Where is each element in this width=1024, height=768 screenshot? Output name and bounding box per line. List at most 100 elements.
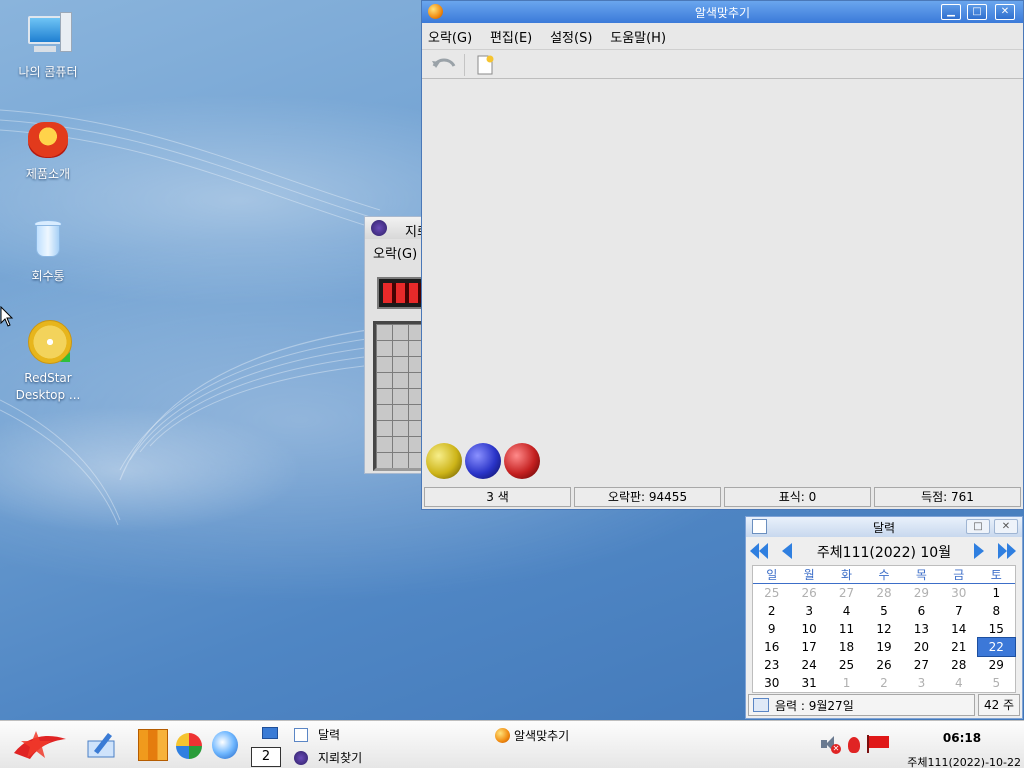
ball-blue[interactable] <box>465 443 501 479</box>
calendar-maximize-button[interactable]: □ <box>966 519 990 534</box>
computer-icon <box>24 12 72 60</box>
minimize-button[interactable]: ▁ <box>941 4 961 20</box>
calendar-day[interactable]: 5 <box>978 674 1015 692</box>
minesweeper-task-icon <box>294 750 308 765</box>
calendar-day[interactable]: 26 <box>790 584 827 602</box>
menu-game[interactable]: 오락(G) <box>428 31 472 46</box>
calendar-day[interactable]: 9 <box>753 620 790 638</box>
calendar-day[interactable]: 15 <box>978 620 1015 638</box>
product-intro-icon <box>24 114 72 162</box>
calendar-day[interactable]: 25 <box>828 656 865 674</box>
calendar-day[interactable]: 28 <box>865 584 902 602</box>
calendar-day[interactable]: 16 <box>753 638 790 656</box>
calendar-day[interactable]: 26 <box>865 656 902 674</box>
clock-time[interactable]: 06:18 <box>920 731 1004 745</box>
task-minesweeper-label: 지뢰찾기 <box>318 751 363 765</box>
calendar-day[interactable]: 7 <box>940 602 977 620</box>
calendar-day[interactable]: 8 <box>978 602 1015 620</box>
network-flame-icon[interactable] <box>848 737 860 753</box>
calendar-day[interactable]: 22 <box>976 636 1017 657</box>
menu-edit[interactable]: 편집(E) <box>490 31 532 46</box>
calendar-day[interactable]: 23 <box>753 656 790 674</box>
calendar-day[interactable]: 17 <box>790 638 827 656</box>
title-bar[interactable]: 알색맞추기 ▁ □ ✕ <box>422 1 1023 23</box>
calendar-day[interactable]: 28 <box>940 656 977 674</box>
task-calendar[interactable]: 달력 <box>294 726 340 743</box>
maximize-button[interactable]: □ <box>967 4 987 20</box>
calendar-task-icon <box>294 727 308 742</box>
calendar-day[interactable]: 14 <box>940 620 977 638</box>
desktop-icon-computer[interactable]: 나의 콤퓨터 <box>0 12 96 81</box>
calendar-day[interactable]: 21 <box>940 638 977 656</box>
weekday-sat: 토 <box>977 566 1015 584</box>
task-minesweeper[interactable]: 지뢰찾기 <box>294 749 362 766</box>
ball-red[interactable] <box>504 443 540 479</box>
weekday-tue: 화 <box>827 566 866 584</box>
week-number: 42 주 <box>978 694 1020 716</box>
task-color-match-label: 알색맞추기 <box>514 729 570 743</box>
task-color-match[interactable]: 알색맞추기 <box>495 727 569 744</box>
new-game-icon[interactable] <box>474 54 496 76</box>
workspace-number[interactable]: 2 <box>251 747 281 767</box>
calendar-day[interactable]: 4 <box>828 602 865 620</box>
calendar-day[interactable]: 31 <box>790 674 827 692</box>
office-suite-icon[interactable] <box>138 729 168 761</box>
calendar-close-button[interactable]: ✕ <box>994 519 1018 534</box>
calendar-day[interactable]: 29 <box>978 656 1015 674</box>
status-colors: 3 색 <box>424 487 571 507</box>
calendar-day[interactable]: 20 <box>903 638 940 656</box>
ball-yellow[interactable] <box>426 443 462 479</box>
desktop-icon-label: 나의 콤퓨터 <box>18 65 78 79</box>
desktop-icon-trash[interactable]: 회수통 <box>0 216 96 285</box>
undo-icon[interactable] <box>430 55 458 75</box>
calendar-day[interactable]: 3 <box>790 602 827 620</box>
clock-date[interactable]: 주체111(2022)-10-22 <box>899 754 1021 768</box>
next-year-icon[interactable] <box>996 541 1018 561</box>
calendar-day[interactable]: 24 <box>790 656 827 674</box>
calendar-footer: 음력 : 9월27일 42 주 <box>748 694 1020 716</box>
color-match-window[interactable]: 알색맞추기 ▁ □ ✕ 오락(G) 편집(E) 설정(S) 도움말(H) 3 색… <box>421 0 1024 510</box>
calendar-day[interactable]: 1 <box>978 584 1015 602</box>
calendar-day[interactable]: 5 <box>865 602 902 620</box>
menu-settings[interactable]: 설정(S) <box>550 31 592 46</box>
calendar-day[interactable]: 4 <box>940 674 977 692</box>
calendar-day[interactable]: 27 <box>903 656 940 674</box>
calendar-day[interactable]: 3 <box>903 674 940 692</box>
calendar-week-row: 16 17 18 19 20 21 22 <box>753 636 1017 657</box>
calendar-day[interactable]: 30 <box>940 584 977 602</box>
media-player-icon[interactable] <box>212 731 238 759</box>
calendar-day[interactable]: 13 <box>903 620 940 638</box>
lunar-calendar-icon <box>753 698 769 712</box>
calendar-day[interactable]: 6 <box>903 602 940 620</box>
volume-muted-icon[interactable]: ✕ <box>821 735 841 754</box>
menu-help[interactable]: 도움말(H) <box>610 31 666 46</box>
workspace-switcher-icon[interactable] <box>262 727 278 739</box>
toolbar <box>422 49 1023 79</box>
text-editor-icon[interactable] <box>84 729 118 761</box>
calendar-day[interactable]: 25 <box>753 584 790 602</box>
calendar-day[interactable]: 12 <box>865 620 902 638</box>
desktop-icon-product-intro[interactable]: 제품소개 <box>0 114 96 183</box>
calendar-day[interactable]: 2 <box>865 674 902 692</box>
close-button[interactable]: ✕ <box>995 4 1015 20</box>
next-month-icon[interactable] <box>968 541 990 561</box>
calendar-day[interactable]: 11 <box>828 620 865 638</box>
calendar-day[interactable]: 10 <box>790 620 827 638</box>
calendar-grid: 일 월 화 수 목 금 토 25 26 27 28 29 30 1 2 3 4 5 6 7 8 9 10 11 1… <box>752 565 1017 693</box>
language-flag-icon[interactable] <box>867 735 891 753</box>
status-board: 오락판: 94455 <box>574 487 721 507</box>
calendar-day[interactable]: 30 <box>753 674 790 692</box>
start-menu-red-star-icon[interactable] <box>10 727 68 763</box>
browser-globe-icon[interactable] <box>176 733 202 759</box>
desktop-icon-redstar-cd[interactable]: RedStar Desktop ... <box>0 318 96 404</box>
calendar-day[interactable]: 27 <box>828 584 865 602</box>
mine-icon <box>371 220 387 236</box>
calendar-day[interactable]: 2 <box>753 602 790 620</box>
calendar-title-bar[interactable]: 달력 □ ✕ <box>746 517 1022 537</box>
calendar-window[interactable]: 달력 □ ✕ 주체111(2022) 10월 일 월 화 수 목 금 토 25 2 <box>745 516 1023 719</box>
status-bar: 3 색 오락판: 94455 표식: 0 득점: 761 <box>424 487 1021 507</box>
calendar-day[interactable]: 1 <box>828 674 865 692</box>
calendar-day[interactable]: 18 <box>828 638 865 656</box>
calendar-day[interactable]: 19 <box>865 638 902 656</box>
calendar-day[interactable]: 29 <box>903 584 940 602</box>
